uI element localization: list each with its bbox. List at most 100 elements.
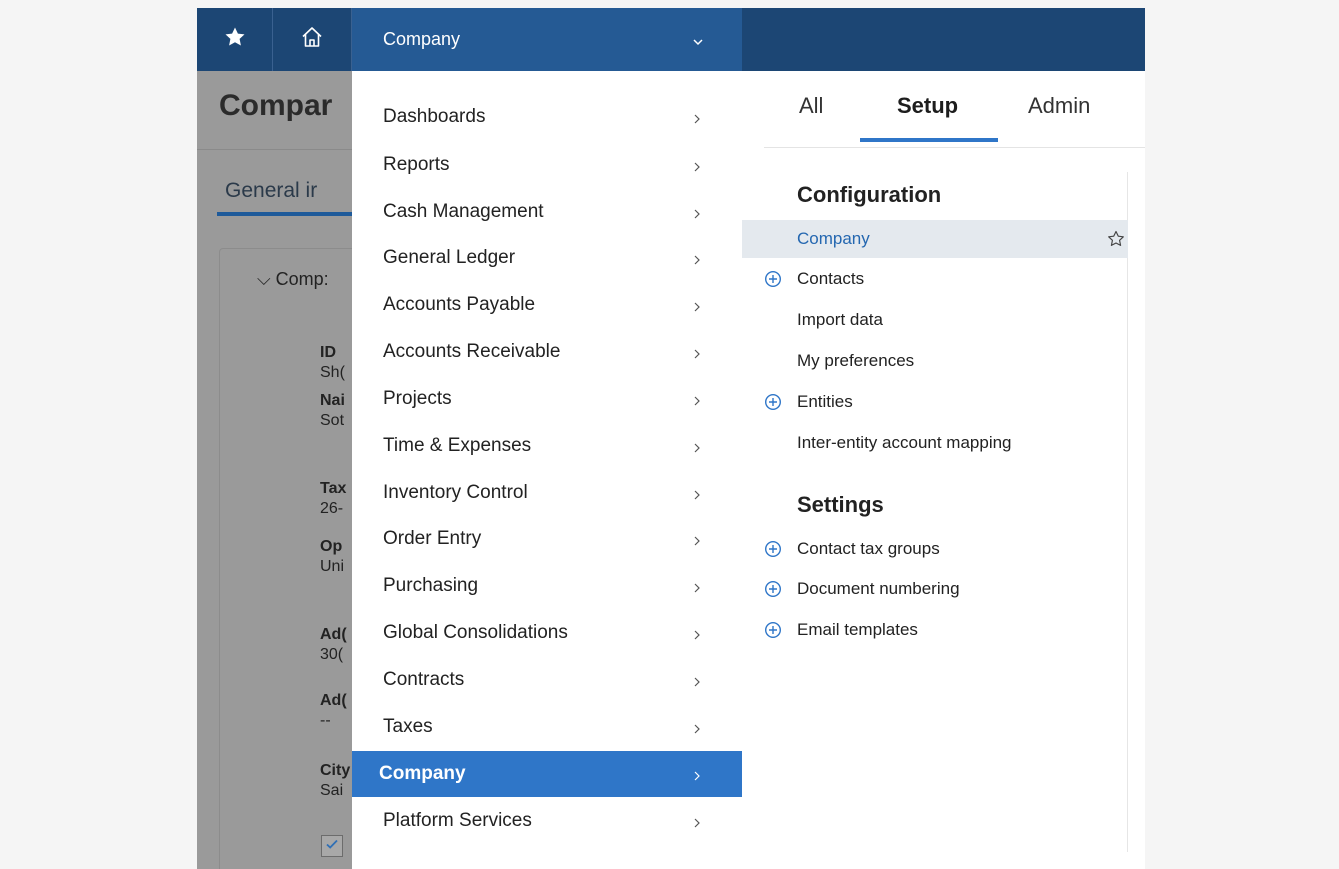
field-label: Ad( <box>320 692 347 709</box>
plus-circle-icon[interactable] <box>764 270 782 293</box>
chevron-down-icon: ⌵ <box>257 269 271 289</box>
plus-circle-icon[interactable] <box>764 393 782 416</box>
submenu-item-document-numbering[interactable]: Document numbering <box>742 570 1128 608</box>
background-page: Compar General ir ⌵ Comp: ID Sh( Nai Sot… <box>197 71 352 869</box>
menu-item-order-entry[interactable]: Order Entry <box>352 516 742 562</box>
menu-item-global-consolidations[interactable]: Global Consolidations <box>352 610 742 656</box>
submenu-item-label: Email templates <box>797 620 918 639</box>
chevron-right-icon <box>692 298 702 320</box>
submenu-item-import-data[interactable]: Import data <box>742 301 1128 339</box>
menu-item-label: Accounts Receivable <box>383 341 561 362</box>
chevron-right-icon <box>692 345 702 367</box>
menu-item-accounts-receivable[interactable]: Accounts Receivable <box>352 329 742 375</box>
menu-item-platform-services[interactable]: Platform Services <box>352 798 742 844</box>
menu-item-contracts[interactable]: Contracts <box>352 657 742 703</box>
chevron-right-icon <box>692 626 702 648</box>
section-tab-underline <box>217 212 352 216</box>
favorites-button[interactable] <box>197 8 273 71</box>
chevron-right-icon <box>692 110 702 132</box>
menu-item-company[interactable]: Company <box>352 751 742 797</box>
field-value: Sai <box>320 782 344 799</box>
menu-item-inventory-control[interactable]: Inventory Control <box>352 470 742 516</box>
section-tab-general[interactable]: General ir <box>225 179 317 203</box>
menu-item-purchasing[interactable]: Purchasing <box>352 563 742 609</box>
tab-setup[interactable]: Setup <box>897 93 958 119</box>
checkmark-icon <box>325 837 339 856</box>
field-label: ID <box>320 344 336 361</box>
chevron-right-icon <box>692 767 702 789</box>
menu-item-time-expenses[interactable]: Time & Expenses <box>352 423 742 469</box>
submenu-item-label: Entities <box>797 392 853 411</box>
menu-item-label: Company <box>379 763 466 784</box>
menu-item-projects[interactable]: Projects <box>352 376 742 422</box>
field-label: City <box>320 762 351 779</box>
submenu-item-inter-entity-account-mapping[interactable]: Inter-entity account mapping <box>742 424 1128 462</box>
submenu-item-entities[interactable]: Entities <box>742 383 1128 421</box>
submenu-item-contact-tax-groups[interactable]: Contact tax groups <box>742 530 1128 568</box>
submenu-item-company[interactable]: Company <box>742 220 1128 258</box>
menu-item-label: Platform Services <box>383 810 532 831</box>
chevron-right-icon <box>692 579 702 601</box>
group-label: Comp: <box>275 269 329 289</box>
star-outline-icon[interactable] <box>1106 229 1126 254</box>
chevron-down-icon <box>692 32 704 53</box>
menu-item-taxes[interactable]: Taxes <box>352 704 742 750</box>
submenu-item-label: Contacts <box>797 269 865 288</box>
home-button[interactable] <box>273 8 352 71</box>
plus-circle-icon[interactable] <box>764 621 782 644</box>
menu-item-label: Purchasing <box>383 575 479 596</box>
field-value: -- <box>320 712 331 729</box>
submenu-item-my-preferences[interactable]: My preferences <box>742 342 1128 380</box>
chevron-right-icon <box>692 673 702 695</box>
form-field: Op Uni <box>320 537 344 577</box>
submenu-item-label: My preferences <box>797 351 915 370</box>
menu-item-label: Projects <box>383 388 452 409</box>
home-icon <box>300 25 324 54</box>
form-field: City Sai <box>320 761 350 801</box>
collapsible-group-header[interactable]: ⌵ Comp: <box>257 269 329 290</box>
form-field: Ad( 30( <box>320 625 347 665</box>
plus-circle-icon[interactable] <box>764 540 782 563</box>
menu-item-label: Time & Expenses <box>383 435 532 456</box>
menu-item-label: Reports <box>383 154 450 175</box>
chevron-right-icon <box>692 251 702 273</box>
chevron-right-icon <box>692 439 702 461</box>
field-label: Tax <box>320 480 347 497</box>
menu-item-label: Order Entry <box>383 528 482 549</box>
field-label: Op <box>320 538 343 555</box>
divider <box>197 149 352 150</box>
menu-item-label: Cash Management <box>383 201 544 222</box>
submenu-item-email-templates[interactable]: Email templates <box>742 611 1128 649</box>
tab-all[interactable]: All <box>799 93 823 119</box>
menu-item-accounts-payable[interactable]: Accounts Payable <box>352 282 742 328</box>
menu-item-general-ledger[interactable]: General Ledger <box>352 235 742 281</box>
app-window: Company Compar General ir ⌵ Comp: ID Sh(… <box>197 8 1145 869</box>
field-value: 26- <box>320 500 344 517</box>
plus-circle-icon[interactable] <box>764 580 782 603</box>
section-heading-configuration: Configuration <box>797 182 942 207</box>
page-title: Compar <box>219 89 333 122</box>
menu-item-label: Global Consolidations <box>383 622 568 643</box>
active-tab-indicator <box>860 138 998 142</box>
checkbox[interactable] <box>321 835 343 857</box>
menu-item-reports[interactable]: Reports <box>352 142 742 188</box>
menu-item-label: Contracts <box>383 669 465 690</box>
chevron-right-icon <box>692 158 702 180</box>
submenu-item-label: Contact tax groups <box>797 539 940 558</box>
field-value: Sot <box>320 412 345 429</box>
chevron-right-icon <box>692 205 702 227</box>
field-value: Uni <box>320 558 345 575</box>
field-value: 30( <box>320 646 344 663</box>
field-label: Ad( <box>320 626 347 643</box>
submenu-item-label: Import data <box>797 310 883 329</box>
module-menu-trigger[interactable]: Company <box>352 8 742 71</box>
tab-admin[interactable]: Admin <box>1028 93 1090 119</box>
chevron-right-icon <box>692 814 702 836</box>
form-field: Nai Sot <box>320 391 345 431</box>
submenu-item-contacts[interactable]: Contacts <box>742 260 1128 298</box>
menu-item-dashboards[interactable]: Dashboards <box>352 94 742 140</box>
chevron-right-icon <box>692 486 702 508</box>
menu-item-cash-management[interactable]: Cash Management <box>352 189 742 235</box>
menu-item-label: Accounts Payable <box>383 294 536 315</box>
menu-item-label: Taxes <box>383 716 433 737</box>
